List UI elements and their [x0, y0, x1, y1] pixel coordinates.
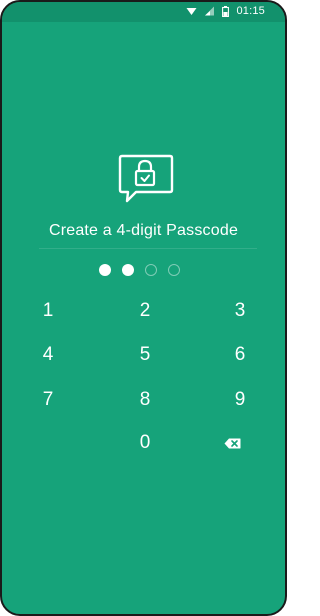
keypad: 1 2 3 4 5 6 7 8 9 0 — [2, 2, 285, 614]
key-5[interactable]: 5 — [115, 337, 175, 373]
key-3[interactable]: 3 — [210, 293, 270, 329]
key-2[interactable]: 2 — [115, 293, 175, 329]
key-7[interactable]: 7 — [18, 382, 78, 418]
phone-frame: 01:15 Create a 4-digit Passcode 1 2 3 4 … — [0, 0, 287, 616]
key-8[interactable]: 8 — [115, 382, 175, 418]
key-0[interactable]: 0 — [115, 425, 175, 461]
backspace-icon — [224, 438, 240, 448]
key-1[interactable]: 1 — [18, 293, 78, 329]
key-9[interactable]: 9 — [210, 382, 270, 418]
backspace-button[interactable] — [202, 425, 262, 461]
key-4[interactable]: 4 — [18, 337, 78, 373]
key-6[interactable]: 6 — [210, 337, 270, 373]
